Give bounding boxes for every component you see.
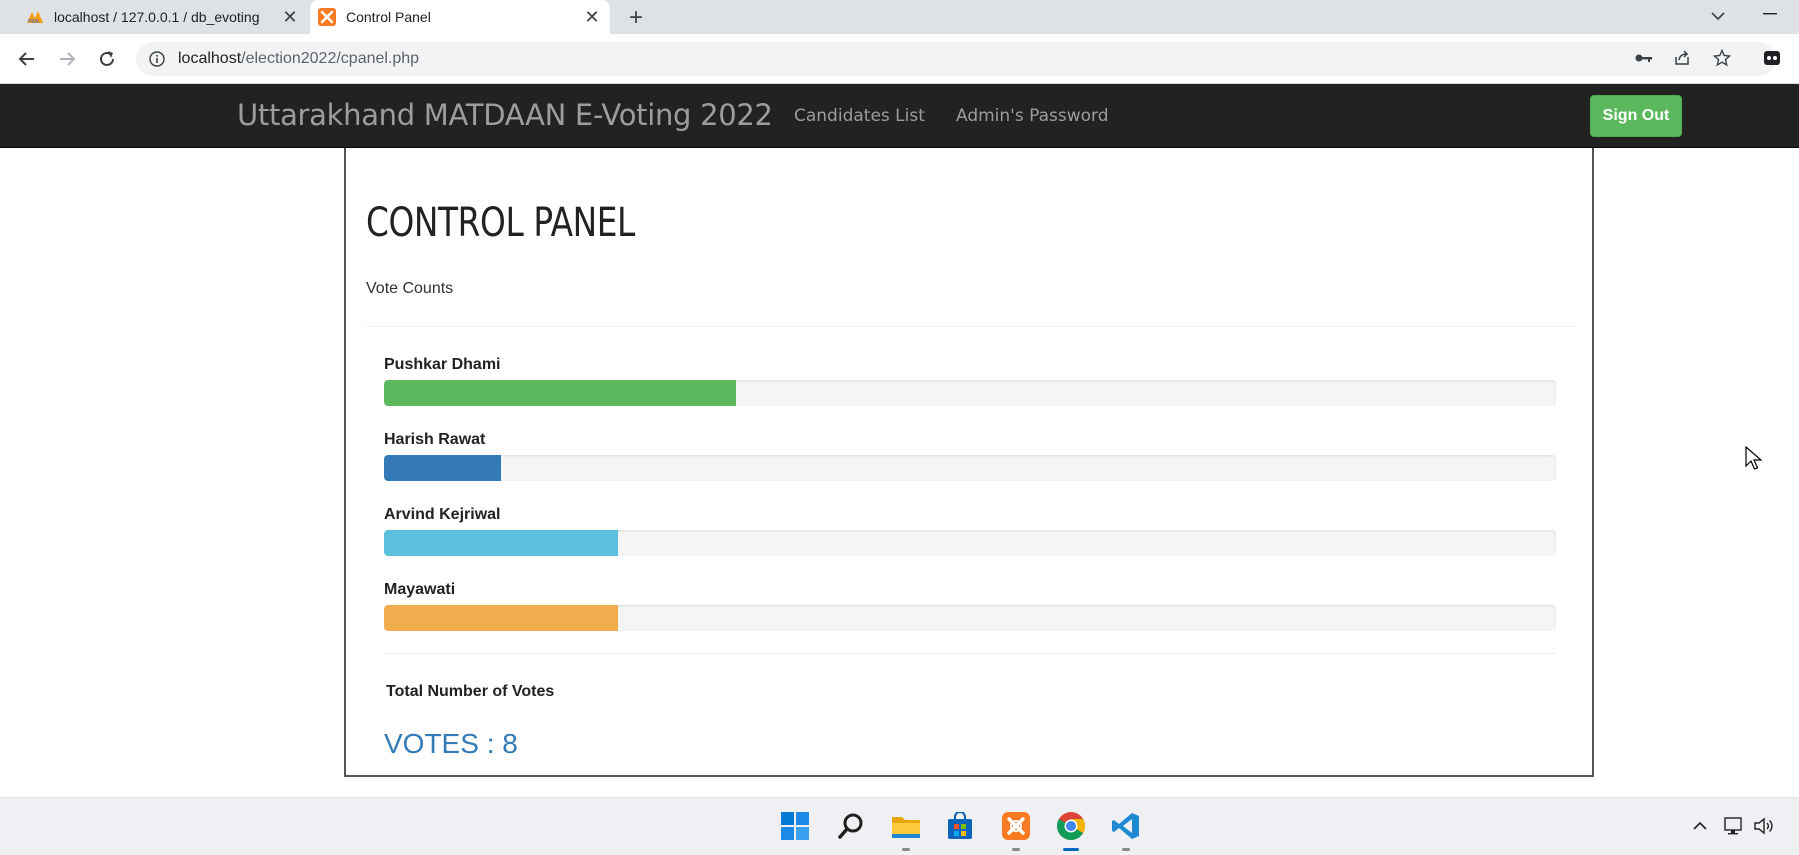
control-panel: CONTROL PANEL Vote Counts Pushkar Dhami … [344, 148, 1594, 777]
xampp-favicon-icon [318, 8, 336, 26]
forward-icon[interactable] [52, 44, 82, 74]
info-icon[interactable] [148, 50, 166, 68]
share-icon[interactable] [1668, 44, 1696, 72]
candidate-row: Mayawati [384, 581, 1556, 631]
address-bar[interactable]: localhost/election2022/cpanel.php [136, 42, 1776, 76]
chrome-icon[interactable] [1053, 808, 1089, 851]
back-icon[interactable] [12, 44, 42, 74]
tab-control-panel[interactable]: Control Panel ✕ [310, 0, 610, 34]
progress-track [384, 455, 1556, 481]
active-indicator [1063, 848, 1079, 851]
running-indicator [1122, 848, 1130, 851]
candidate-row: Arvind Kejriwal [384, 506, 1556, 556]
tab-title: localhost / 127.0.0.1 / db_evoting [54, 9, 260, 25]
running-indicator [902, 848, 910, 851]
browser-tabstrip: PMA localhost / 127.0.0.1 / db_evoting ✕… [0, 0, 1799, 34]
tab-title: Control Panel [346, 9, 431, 25]
total-votes-label: Total Number of Votes [386, 683, 555, 700]
reload-icon[interactable] [92, 44, 122, 74]
search-icon[interactable] [833, 808, 869, 844]
key-icon[interactable] [1630, 44, 1658, 72]
divider [384, 653, 1556, 654]
bookmark-star-icon[interactable] [1708, 44, 1736, 72]
page-title: CONTROL PANEL [366, 200, 635, 246]
file-explorer-icon[interactable] [888, 808, 924, 851]
nav-admins-password[interactable]: Admin's Password [956, 106, 1109, 126]
svg-text:PMA: PMA [28, 19, 40, 24]
phpmyadmin-icon: PMA [26, 8, 44, 26]
total-votes-value: VOTES : 8 [384, 728, 518, 759]
vscode-icon[interactable] [1108, 808, 1144, 851]
progress-fill [384, 380, 736, 406]
site-navbar: Uttarakhand MATDAAN E-Voting 2022 Candid… [0, 84, 1799, 148]
mouse-cursor-icon [1745, 446, 1763, 470]
xampp-icon[interactable] [998, 808, 1034, 851]
windows-taskbar [0, 797, 1799, 855]
url-text[interactable]: localhost/election2022/cpanel.php [178, 50, 419, 68]
new-tab-button[interactable]: + [622, 4, 650, 32]
close-icon[interactable]: ✕ [278, 5, 302, 29]
sign-out-button[interactable]: Sign Out [1590, 95, 1682, 137]
volume-icon[interactable] [1751, 813, 1777, 839]
nav-candidates-list[interactable]: Candidates List [794, 106, 925, 126]
close-icon[interactable]: ✕ [580, 5, 604, 29]
tab-phpmyadmin[interactable]: PMA localhost / 127.0.0.1 / db_evoting ✕ [18, 0, 308, 34]
candidate-name: Pushkar Dhami [384, 356, 501, 373]
progress-fill [384, 530, 619, 556]
candidate-name: Mayawati [384, 581, 456, 598]
progress-track [384, 530, 1556, 556]
candidate-name: Harish Rawat [384, 431, 486, 448]
progress-track [384, 380, 1556, 406]
chevron-down-icon[interactable] [1706, 4, 1730, 28]
brand-title[interactable]: Uttarakhand MATDAAN E-Voting 2022 [237, 98, 773, 132]
candidate-name: Arvind Kejriwal [384, 506, 501, 523]
browser-toolbar: localhost/election2022/cpanel.php [0, 34, 1799, 84]
network-icon[interactable] [1721, 813, 1747, 839]
minimize-icon[interactable] [1755, 2, 1785, 26]
progress-fill [384, 455, 502, 481]
microsoft-store-icon[interactable] [942, 808, 978, 844]
chevron-up-icon[interactable] [1687, 813, 1713, 839]
windows-start-icon[interactable] [777, 808, 813, 844]
profile-icon[interactable] [1758, 44, 1786, 72]
running-indicator [1012, 848, 1020, 851]
panel-subtitle: Vote Counts [366, 280, 454, 297]
candidate-row: Pushkar Dhami [384, 356, 1556, 406]
candidate-row: Harish Rawat [384, 431, 1556, 481]
progress-fill [384, 605, 619, 631]
progress-track [384, 605, 1556, 631]
divider [366, 326, 1574, 327]
